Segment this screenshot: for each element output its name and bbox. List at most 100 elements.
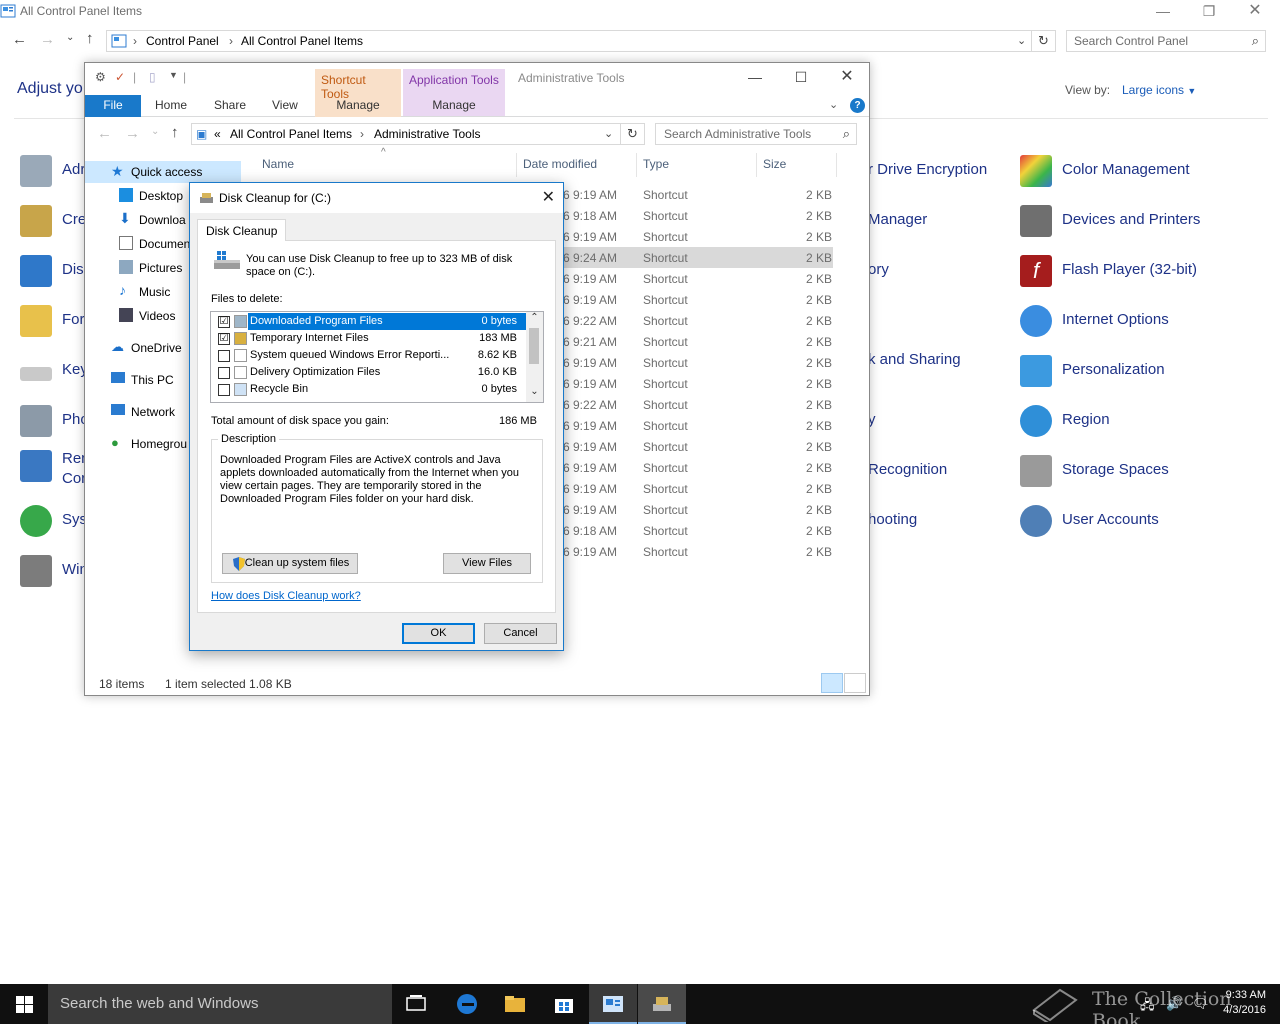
nav-label: Downloa xyxy=(139,213,186,227)
checkbox[interactable] xyxy=(218,350,230,362)
button-label: View Files xyxy=(462,557,512,569)
taskbar-control-panel[interactable] xyxy=(589,984,637,1024)
recent-chevron-icon[interactable]: ⌄ xyxy=(151,126,159,137)
large-icons-view-icon[interactable] xyxy=(844,673,866,693)
column-divider[interactable] xyxy=(756,153,757,177)
column-divider[interactable] xyxy=(516,153,517,177)
tab-home[interactable]: Home xyxy=(155,95,187,117)
cp-search-input[interactable]: Search Control Panel ⌕ xyxy=(1066,30,1266,52)
recent-chevron-icon[interactable]: ⌄ xyxy=(66,32,74,43)
explorer-address-bar[interactable]: ▣ « All Control Panel Items › Administra… xyxy=(191,123,621,145)
windows-start-icon[interactable] xyxy=(16,996,33,1013)
cp-address-bar[interactable]: › Control Panel › All Control Panel Item… xyxy=(106,30,1032,52)
checkmark-icon[interactable]: ✓ xyxy=(115,70,125,84)
homegroup-icon: ● xyxy=(111,435,119,450)
file-category-size: 0 bytes xyxy=(481,383,517,395)
cell-type: Shortcut xyxy=(643,335,688,349)
cp-item-label-line2: Cor xyxy=(62,470,87,487)
restore-button[interactable]: ❐ xyxy=(1186,0,1232,24)
address-overflow[interactable]: « xyxy=(214,127,221,141)
back-arrow-icon[interactable]: ← xyxy=(97,125,112,142)
details-view-icon[interactable] xyxy=(821,673,843,693)
maximize-button[interactable]: ☐ xyxy=(779,65,823,91)
refresh-icon[interactable]: ↻ xyxy=(1032,30,1056,52)
address-dropdown-icon[interactable]: ⌄ xyxy=(604,127,613,140)
forward-arrow-icon[interactable]: → xyxy=(40,31,55,48)
taskbar-disk-cleanup[interactable] xyxy=(638,984,686,1024)
checkbox[interactable] xyxy=(218,367,230,379)
checkbox[interactable]: ☑ xyxy=(218,316,230,328)
up-arrow-icon[interactable]: ↑ xyxy=(86,30,94,47)
tab-share[interactable]: Share xyxy=(214,95,246,117)
taskbar-search-input[interactable]: Search the web and Windows xyxy=(48,984,392,1024)
column-header-name[interactable]: Name xyxy=(262,157,294,171)
explorer-search-input[interactable]: Search Administrative Tools ⌕ xyxy=(655,123,857,145)
properties-icon[interactable]: ⚙ xyxy=(95,70,106,84)
search-icon: ⌕ xyxy=(1251,33,1259,48)
tab-manage-application[interactable]: Manage xyxy=(403,95,505,117)
column-header-type[interactable]: Type xyxy=(643,157,669,171)
tab-view[interactable]: View xyxy=(272,95,298,117)
list-item[interactable]: Recycle Bin 0 bytes xyxy=(211,381,527,398)
cp-item-device-manager[interactable]: Manager xyxy=(868,211,927,228)
nav-quick-access[interactable]: ★ Quick access xyxy=(85,161,241,183)
list-item[interactable]: Delivery Optimization Files 16.0 KB xyxy=(211,364,527,381)
ok-button[interactable]: OK xyxy=(402,623,475,644)
minimize-button[interactable]: — xyxy=(733,65,777,91)
crumb-all-items[interactable]: All Control Panel Items xyxy=(230,127,352,141)
cp-item-bitlocker[interactable]: r Drive Encryption xyxy=(868,161,987,178)
forward-arrow-icon[interactable]: → xyxy=(125,125,140,142)
clean-up-system-files-button[interactable]: Clean up system files xyxy=(222,553,358,574)
vertical-scrollbar[interactable]: ⌃ ⌄ xyxy=(526,312,543,402)
dialog-close-icon[interactable]: ✕ xyxy=(542,187,555,207)
close-button[interactable]: ✕ xyxy=(825,65,869,91)
list-item[interactable]: ☑ Downloaded Program Files 0 bytes xyxy=(211,313,527,330)
crumb-control-panel[interactable]: Control Panel xyxy=(146,34,219,48)
file-explorer-icon[interactable] xyxy=(503,992,527,1016)
checkbox[interactable] xyxy=(218,384,230,396)
tab-file[interactable]: File xyxy=(85,95,141,117)
help-icon[interactable]: ? xyxy=(850,98,865,113)
cell-date: 6 9:19 AM xyxy=(563,503,618,517)
scroll-up-icon[interactable]: ⌃ xyxy=(526,312,543,323)
cp-item-troubleshooting[interactable]: hooting xyxy=(868,511,917,528)
scroll-down-icon[interactable]: ⌄ xyxy=(526,386,543,397)
list-item[interactable]: ☑ Temporary Internet Files 183 MB xyxy=(211,330,527,347)
task-view-icon[interactable] xyxy=(404,992,428,1016)
cp-item-file-history[interactable]: ory xyxy=(868,261,889,278)
files-to-delete-list[interactable]: ☑ Downloaded Program Files 0 bytes ☑ Tempora… xyxy=(210,311,544,403)
help-link[interactable]: How does Disk Cleanup work? xyxy=(211,590,361,602)
back-arrow-icon[interactable]: ← xyxy=(12,31,27,48)
store-icon[interactable] xyxy=(552,992,576,1016)
scroll-thumb[interactable] xyxy=(529,328,539,364)
new-folder-icon[interactable]: ▯ xyxy=(149,70,156,84)
list-item[interactable]: System queued Windows Error Reporti... 8.… xyxy=(211,347,527,364)
checkbox[interactable]: ☑ xyxy=(218,333,230,345)
column-divider[interactable] xyxy=(636,153,637,177)
cell-type: Shortcut xyxy=(643,356,688,370)
document-icon xyxy=(234,349,247,362)
tab-disk-cleanup[interactable]: Disk Cleanup xyxy=(197,219,287,241)
close-button[interactable]: ✕ xyxy=(1232,0,1278,24)
qat-dropdown-icon[interactable]: ▼ xyxy=(169,70,178,80)
crumb-admin-tools[interactable]: Administrative Tools xyxy=(374,127,481,141)
view-files-button[interactable]: View Files xyxy=(443,553,531,574)
file-category-name: System queued Windows Error Reporti... xyxy=(250,349,450,361)
column-divider[interactable] xyxy=(836,153,837,177)
refresh-icon[interactable]: ↻ xyxy=(621,123,645,145)
column-header-date[interactable]: Date modified xyxy=(523,157,597,171)
column-header-size[interactable]: Size xyxy=(763,157,786,171)
crumb-all-items[interactable]: All Control Panel Items xyxy=(241,34,363,48)
tab-manage-shortcut[interactable]: Manage xyxy=(315,95,401,117)
view-by-dropdown[interactable]: Large icons ▼ xyxy=(1122,83,1196,97)
ribbon-expand-icon[interactable]: ⌄ xyxy=(829,95,838,117)
edge-browser-icon[interactable] xyxy=(455,992,479,1016)
cp-item-speech-recognition[interactable]: Recognition xyxy=(868,461,947,478)
up-arrow-icon[interactable]: ↑ xyxy=(171,124,179,141)
credential-icon xyxy=(20,205,52,237)
cancel-button[interactable]: Cancel xyxy=(484,623,557,644)
address-dropdown-icon[interactable]: ⌄ xyxy=(1017,34,1026,47)
cp-item-network-sharing[interactable]: k and Sharing xyxy=(868,351,961,368)
minimize-button[interactable]: — xyxy=(1140,0,1186,24)
nav-label: Homegrou xyxy=(131,437,188,451)
